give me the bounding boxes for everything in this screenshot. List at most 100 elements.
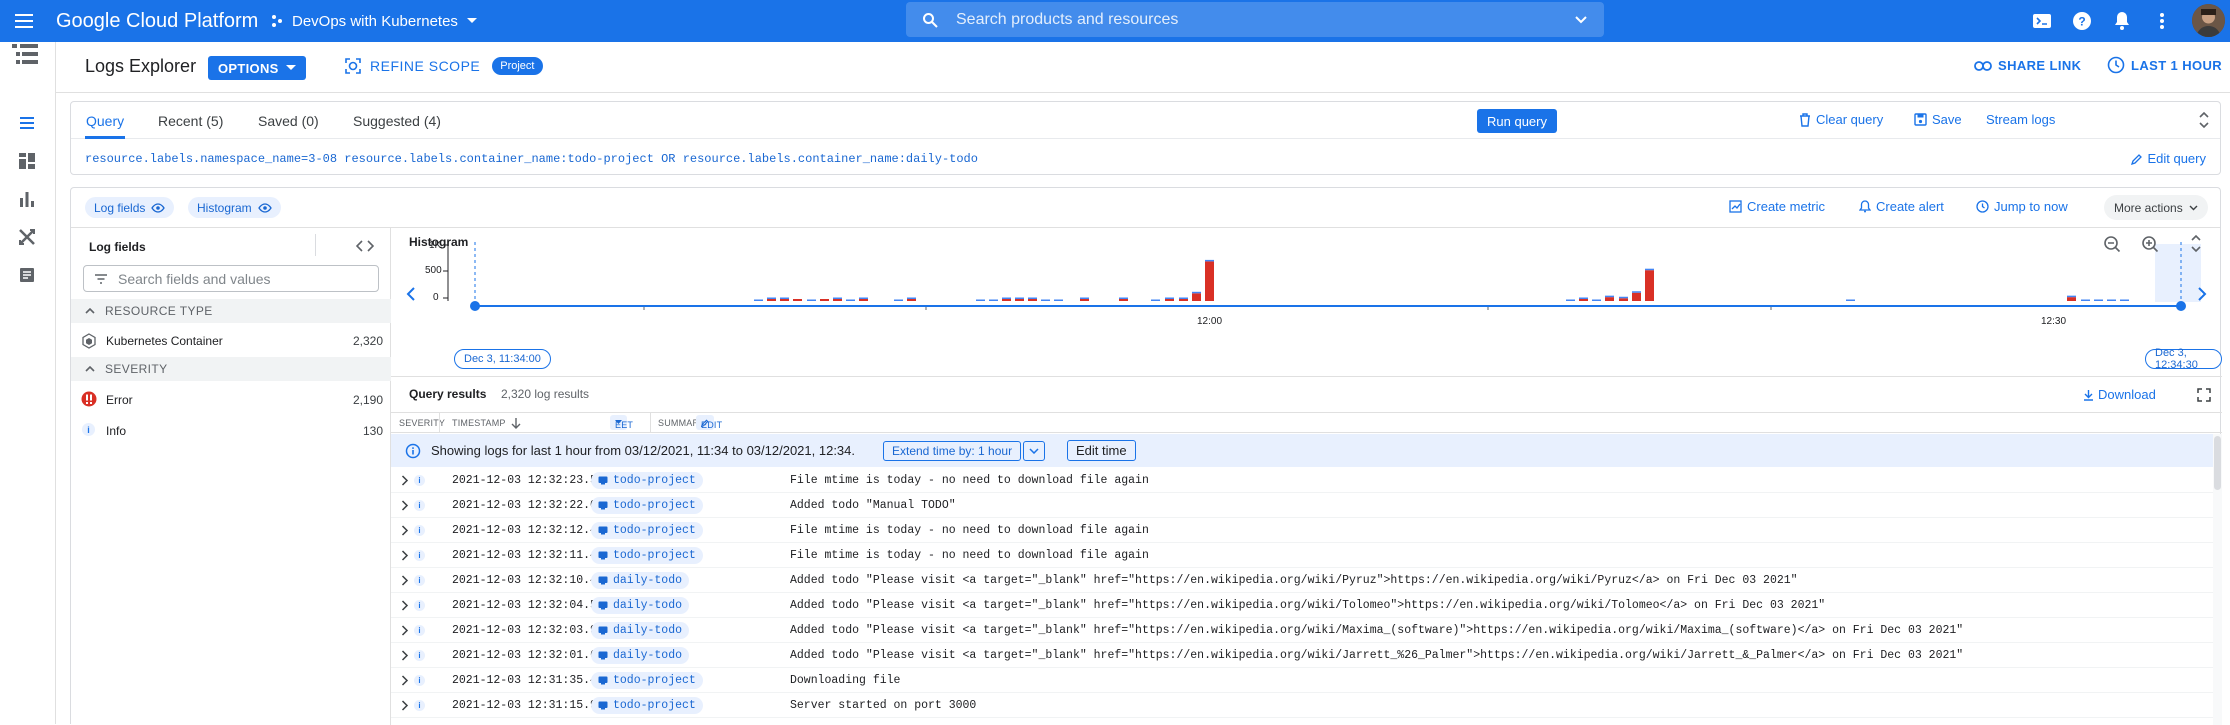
histogram-bar-error[interactable] [1179,299,1188,301]
log-entry-row[interactable]: i 2021-12-03 12:32:22.024 EET todo-project… [391,493,2213,518]
histogram-bar-info[interactable] [1579,297,1588,300]
log-source-tag[interactable]: todo-project [591,522,703,539]
histogram-bar-error[interactable] [820,299,829,301]
histogram-bar-error[interactable] [1605,297,1614,301]
time-range-button[interactable]: LAST 1 HOUR [2107,56,2222,74]
histogram-bar-error[interactable] [1619,298,1628,301]
chevron-down-icon[interactable] [1572,10,1590,28]
chevron-right-icon[interactable] [401,700,409,711]
histogram-bar-info[interactable] [1605,295,1614,298]
field-value-error[interactable]: Error 2,190 [71,387,391,413]
histogram-bar-info[interactable] [1619,296,1628,299]
zoom-in-icon[interactable] [2142,236,2159,253]
chevron-right-icon[interactable] [401,475,409,486]
histogram-bar-error[interactable] [1632,292,1641,301]
scrollbar-thumb[interactable] [2214,436,2221,490]
histogram-bar-info[interactable] [1015,297,1024,300]
log-source-tag[interactable]: todo-project [591,672,703,689]
range-end-pill[interactable]: Dec 3, 12:34:30 [2145,347,2222,371]
histogram-bar-error[interactable] [1028,299,1037,301]
chevron-right-icon[interactable] [401,550,409,561]
tab-suggested[interactable]: Suggested (4) [353,113,441,129]
histogram-bar-info[interactable] [2107,299,2116,302]
fullscreen-icon[interactable] [2197,388,2211,402]
histogram-bar-info[interactable] [1179,297,1188,300]
histogram-bar-error[interactable] [859,299,868,301]
histogram-bar-info[interactable] [767,297,776,300]
scrollbar[interactable] [2213,434,2222,725]
histogram-bar-info[interactable] [2120,299,2129,302]
log-fields-toggle-chip[interactable]: Log fields [85,197,175,218]
code-icon[interactable] [356,240,374,252]
histogram-bar-error[interactable] [2067,297,2076,301]
jump-to-now-button[interactable]: Jump to now [1976,199,2068,214]
share-link-button[interactable]: SHARE LINK [1974,58,2081,73]
log-source-tag[interactable]: todo-project [591,697,703,714]
histogram-bar-error[interactable] [1192,293,1201,301]
router-nav-icon[interactable] [16,226,38,248]
save-query-button[interactable]: Save [1914,112,1962,127]
histogram-bar-error[interactable] [767,299,776,301]
histogram-bar-info[interactable] [907,297,916,300]
log-entry-row[interactable]: i 2021-12-03 12:32:10.410 EET daily-todo Ad… [391,568,2213,593]
chevron-right-icon[interactable] [401,600,409,611]
logging-product-icon[interactable] [10,39,40,69]
field-value-info[interactable]: i Info 130 [71,418,391,444]
histogram-bar-info[interactable] [1165,297,1174,300]
log-source-tag[interactable]: daily-todo [591,647,690,664]
histogram-bar-info[interactable] [2081,299,2090,302]
severity-section-header[interactable]: SEVERITY [71,357,391,381]
resource-type-section-header[interactable]: RESOURCE TYPE [71,299,391,323]
chevron-right-icon[interactable] [401,575,409,586]
download-button[interactable]: Download [2083,387,2156,402]
menu-icon[interactable] [12,9,36,33]
tab-recent[interactable]: Recent (5) [158,113,223,129]
histogram-bar-info[interactable] [1205,259,1214,262]
histogram-bar-info[interactable] [859,297,868,300]
histogram-bar-info[interactable] [1119,297,1128,300]
storage-nav-icon[interactable] [16,264,38,286]
histogram-toggle-chip[interactable]: Histogram [188,197,281,218]
log-entry-row[interactable]: i 2021-12-03 12:32:01.610 EET daily-todo Ad… [391,643,2213,668]
chevron-right-icon[interactable] [401,500,409,511]
logs-explorer-nav-icon[interactable] [16,112,38,134]
histogram-bar-info[interactable] [1846,299,1855,302]
tab-saved[interactable]: Saved (0) [258,113,319,129]
chevron-right-icon[interactable] [401,650,409,661]
range-start-pill[interactable]: Dec 3, 11:34:00 [454,349,551,369]
histogram-bar-info[interactable] [754,299,763,302]
notifications-icon[interactable] [2110,9,2134,33]
query-editor[interactable]: resource.labels.namespace_name=3-08 reso… [85,152,978,166]
histogram-bar-info[interactable] [989,299,998,302]
histogram-bar-error[interactable] [1165,299,1174,301]
zoom-out-icon[interactable] [2104,236,2121,253]
stream-logs-button[interactable]: Stream logs [1986,112,2055,127]
collapse-expand-icon[interactable] [2197,111,2211,129]
search-bar[interactable]: Search products and resources [906,2,1604,37]
histogram-bar-error[interactable] [1645,270,1654,301]
histogram-bar-info[interactable] [1192,291,1201,294]
histogram-bar-error[interactable] [1579,299,1588,301]
log-entry-row[interactable]: i 2021-12-03 12:31:15.941 EET todo-project… [391,693,2213,718]
histogram-bar-info[interactable] [2094,299,2103,302]
chevron-right-icon[interactable] [401,675,409,686]
log-source-tag[interactable]: todo-project [591,497,703,514]
histogram-bar-info[interactable] [1080,297,1089,300]
timezone-selector[interactable]: EET [610,415,633,430]
options-button[interactable]: OPTIONS [208,56,306,80]
log-source-tag[interactable]: todo-project [591,547,703,564]
histogram-bar-info[interactable] [1632,291,1641,293]
edit-time-button[interactable]: Edit time [1067,440,1136,461]
histogram-bar-error[interactable] [1205,261,1214,301]
histogram-bar-error[interactable] [1080,299,1089,301]
histogram-bar-info[interactable] [1041,299,1050,302]
log-entry-row[interactable]: i 2021-12-03 12:31:35.453 EET todo-project… [391,668,2213,693]
log-entry-row[interactable]: i 2021-12-03 12:32:03.953 EET daily-todo Ad… [391,618,2213,643]
log-source-tag[interactable]: daily-todo [591,622,690,639]
log-source-tag[interactable]: daily-todo [591,597,690,614]
more-vert-icon[interactable] [2150,9,2174,33]
histogram-bar-info[interactable] [780,297,789,300]
log-entry-row[interactable]: i 2021-12-03 12:32:04.580 EET daily-todo Ad… [391,593,2213,618]
chevron-right-icon[interactable] [401,625,409,636]
extend-time-button[interactable]: Extend time by: 1 hour [883,441,1022,461]
